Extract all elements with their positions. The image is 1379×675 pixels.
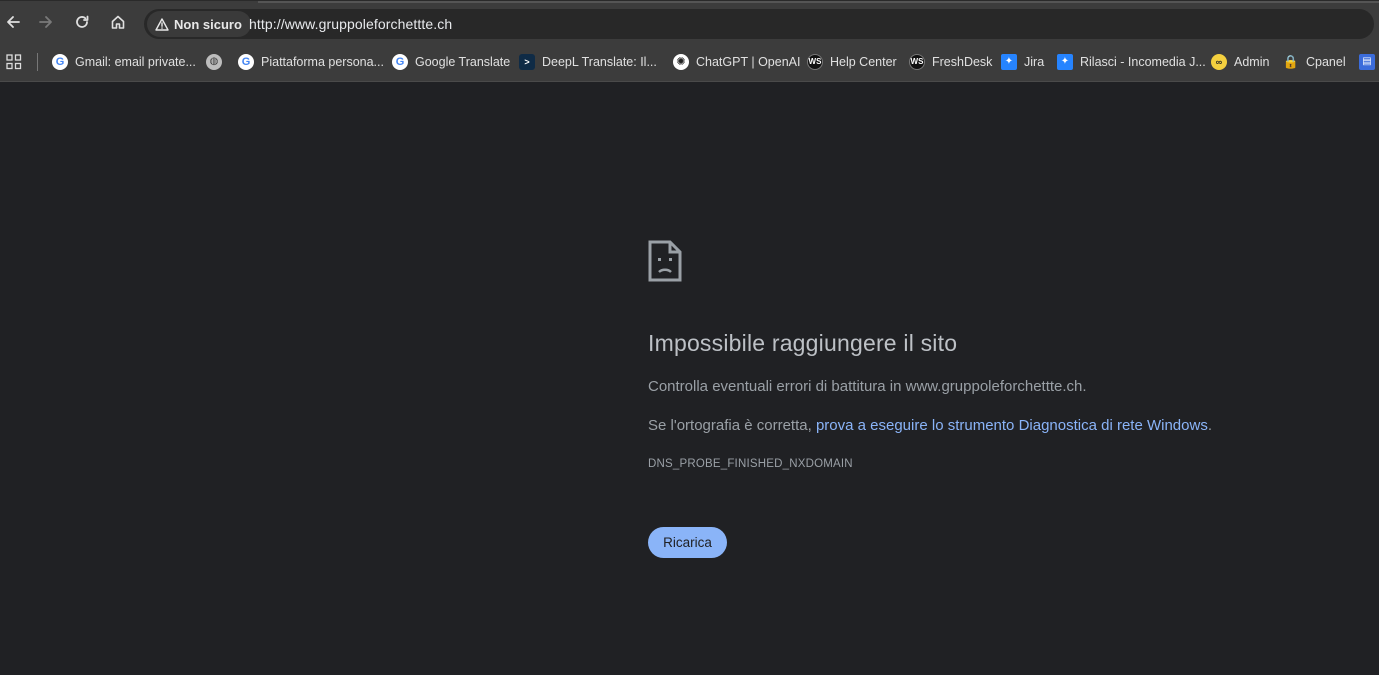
error-typo-hint: Controlla eventuali errori di battitura …: [648, 378, 1087, 395]
jira-icon: ✦: [1057, 54, 1073, 70]
bookmark-label: FreshDesk: [932, 55, 993, 69]
bookmark-label: Cpanel: [1306, 55, 1346, 69]
error-title: Impossibile raggiungere il sito: [648, 330, 958, 356]
back-arrow-icon: [7, 16, 20, 28]
bookmark-chatgpt[interactable]: ✺ ChatGPT | OpenAI: [673, 51, 800, 73]
bookmark-cpanel[interactable]: 🔒 Cpanel: [1283, 51, 1346, 73]
deepl-icon: >: [519, 54, 535, 70]
admin-icon: ∞: [1211, 54, 1227, 70]
google-icon: G: [238, 54, 254, 70]
browser-toolbar: Non sicuro http://www.gruppoleforchettte…: [0, 0, 1379, 42]
bookmark-help-center[interactable]: WS Help Center: [807, 51, 897, 73]
error-diagnostics-prefix: Se l'ortografia è corretta,: [648, 417, 816, 434]
bookmark-label: Rilasci - Incomedia J...: [1080, 55, 1206, 69]
home-button[interactable]: [105, 9, 131, 35]
sad-page-icon: [648, 240, 682, 287]
globe-icon: ◍: [206, 54, 222, 70]
url-text[interactable]: http://www.gruppoleforchettte.ch: [249, 16, 452, 32]
ws-icon: WS: [807, 54, 823, 70]
jira-icon: ✦: [1001, 54, 1017, 70]
reload-icon: [76, 15, 89, 28]
forward-arrow-icon: [39, 16, 52, 28]
security-chip[interactable]: Non sicuro: [147, 11, 251, 37]
warning-icon: [155, 17, 169, 31]
bookmark-label: Jira: [1024, 55, 1045, 69]
bookmark-piattaforma[interactable]: G Piattaforma persona...: [238, 51, 384, 73]
error-code: DNS_PROBE_FINISHED_NXDOMAIN: [648, 458, 853, 470]
google-icon: G: [392, 54, 408, 70]
openai-icon: ✺: [673, 54, 689, 70]
error-diagnostics-hint: Se l'ortografia è corretta, prova a eseg…: [648, 417, 1212, 434]
apps-grid-icon: [6, 54, 22, 70]
security-label: Non sicuro: [174, 16, 242, 32]
bookmark-label: Gmail: email private...: [75, 55, 196, 69]
forward-button[interactable]: [33, 9, 59, 35]
tab-strip-edge: [258, 1, 1379, 3]
error-diagnostics-suffix: .: [1207, 417, 1212, 434]
bookmark-freshdesk[interactable]: WS FreshDesk: [909, 51, 992, 73]
bookmarks-bar: G Gmail: email private... ◍ G Piattaform…: [0, 42, 1379, 82]
bookmark-app[interactable]: ▤: [1359, 51, 1375, 73]
address-bar[interactable]: Non sicuro http://www.gruppoleforchettte…: [144, 9, 1374, 39]
reload-button[interactable]: Ricarica: [648, 527, 727, 558]
bookmark-jira[interactable]: ✦ Jira: [1001, 51, 1044, 73]
cpanel-icon: 🔒: [1282, 54, 1300, 69]
bookmark-google-translate[interactable]: G Google Translate: [392, 51, 510, 73]
ws-icon: WS: [909, 54, 925, 70]
bookmark-label: Piattaforma persona...: [261, 55, 384, 69]
google-icon: G: [52, 54, 68, 70]
home-icon: [111, 15, 125, 29]
bookmarks-separator: [37, 53, 38, 71]
bookmark-globe[interactable]: ◍: [206, 51, 222, 73]
bookmark-label: ChatGPT | OpenAI: [696, 55, 801, 69]
bookmark-deepl[interactable]: > DeepL Translate: Il...: [519, 51, 657, 73]
bookmark-label: Help Center: [830, 55, 897, 69]
bookmark-label: Google Translate: [415, 55, 511, 69]
back-button[interactable]: [0, 9, 26, 35]
bookmark-gmail[interactable]: G Gmail: email private...: [52, 51, 196, 73]
bookmark-label: Admin: [1234, 55, 1270, 69]
reload-toolbar-button[interactable]: [69, 9, 95, 35]
bookmark-label: DeepL Translate: Il...: [542, 55, 657, 69]
bookmark-app-icon: ▤: [1359, 54, 1375, 70]
bookmark-rilasci[interactable]: ✦ Rilasci - Incomedia J...: [1057, 51, 1206, 73]
network-diagnostics-link[interactable]: prova a eseguire lo strumento Diagnostic…: [816, 417, 1208, 434]
apps-button[interactable]: [6, 54, 22, 75]
bookmark-admin[interactable]: ∞ Admin: [1211, 51, 1269, 73]
